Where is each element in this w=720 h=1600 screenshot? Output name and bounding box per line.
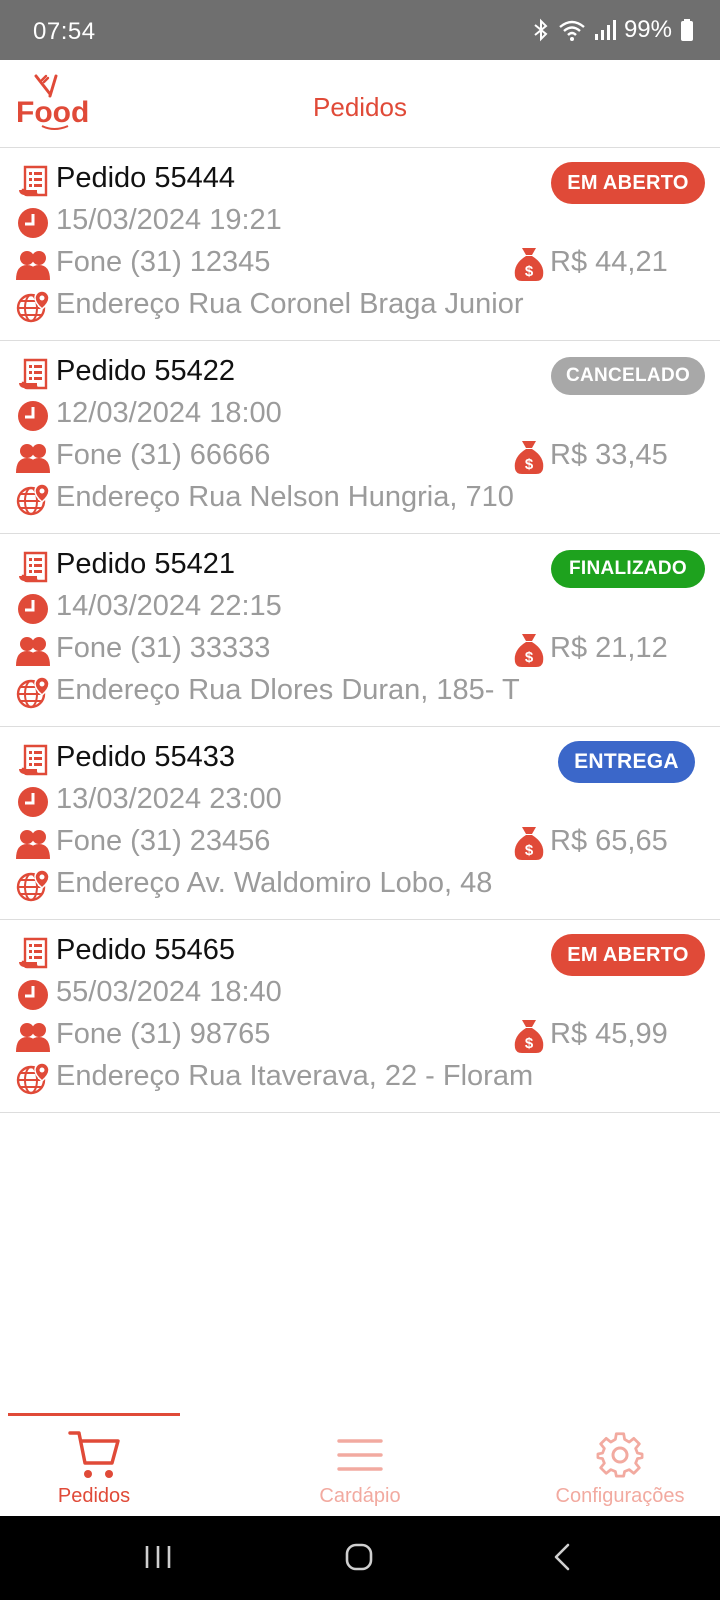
status-time: 07:54 [33, 18, 96, 45]
receipt-icon [16, 164, 50, 198]
order-phone: Fone (31) 98765 [56, 1018, 271, 1050]
order-card[interactable]: Pedido 55465 EM ABERTO 55/03/2024 18:40 … [0, 920, 720, 1113]
users-icon [16, 1020, 50, 1054]
status-bar: 07:54 99% [0, 0, 720, 60]
order-address: Endereço Rua Coronel Braga Junior [56, 288, 524, 320]
svg-text:$: $ [525, 649, 534, 666]
battery-percent: 99% [623, 16, 672, 43]
battery-icon [680, 18, 694, 42]
app-header: Food Pedidos [0, 60, 720, 148]
signal-icon [594, 18, 616, 42]
order-phone: Fone (31) 33333 [56, 632, 271, 664]
order-total: R$ 45,99 [550, 1018, 668, 1050]
order-phone: Fone (31) 12345 [56, 246, 271, 278]
order-number: Pedido 55422 [56, 355, 235, 387]
status-badge: CANCELADO [551, 357, 705, 395]
home-icon[interactable] [344, 1542, 374, 1577]
status-badge: ENTREGA [558, 741, 695, 783]
order-address: Endereço Rua Dlores Duran, 185- T [56, 674, 520, 706]
order-total: R$ 44,21 [550, 246, 668, 278]
order-address: Endereço Av. Waldomiro Lobo, 48 [56, 867, 493, 899]
receipt-icon [16, 743, 50, 777]
svg-text:$: $ [525, 456, 534, 473]
order-datetime: 12/03/2024 18:00 [56, 397, 282, 429]
users-icon [16, 634, 50, 668]
globe-location-icon [16, 869, 50, 903]
users-icon [16, 827, 50, 861]
order-card[interactable]: Pedido 55421 FINALIZADO 14/03/2024 22:15… [0, 534, 720, 727]
clock-icon [16, 978, 50, 1012]
order-address: Endereço Rua Itaverava, 22 - Floram [56, 1060, 534, 1092]
cart-icon [0, 1429, 194, 1481]
money-bag-icon: $ [512, 1018, 546, 1054]
status-badge: FINALIZADO [551, 550, 705, 588]
svg-text:$: $ [525, 842, 534, 859]
bluetooth-icon [532, 18, 550, 42]
nav-tab-configuracoes[interactable]: Configurações [520, 1429, 720, 1513]
recent-apps-icon[interactable] [143, 1542, 173, 1577]
system-nav-bar [0, 1516, 720, 1600]
order-card[interactable]: Pedido 55433 ENTREGA 13/03/2024 23:00 Fo… [0, 727, 720, 920]
order-phone: Fone (31) 23456 [56, 825, 271, 857]
receipt-icon [16, 357, 50, 391]
order-datetime: 55/03/2024 18:40 [56, 976, 282, 1008]
order-number: Pedido 55421 [56, 548, 235, 580]
order-phone: Fone (31) 66666 [56, 439, 271, 471]
nav-label: Pedidos [57, 1485, 131, 1507]
nav-label: Cardápio [319, 1485, 401, 1507]
wifi-icon [558, 18, 586, 42]
page-title: Pedidos [313, 92, 407, 122]
nav-tab-cardapio[interactable]: Cardápio [260, 1429, 460, 1513]
bottom-nav: Pedidos Cardápio Configurações [0, 1413, 720, 1516]
money-bag-icon: $ [512, 825, 546, 861]
menu-icon [260, 1429, 460, 1481]
status-badge: EM ABERTO [551, 934, 705, 976]
clock-icon [16, 399, 50, 433]
order-datetime: 14/03/2024 22:15 [56, 590, 282, 622]
order-total: R$ 33,45 [550, 439, 668, 471]
order-number: Pedido 55465 [56, 934, 235, 966]
clock-icon [16, 206, 50, 240]
order-number: Pedido 55433 [56, 741, 235, 773]
receipt-icon [16, 550, 50, 584]
order-card[interactable]: Pedido 55422 CANCELADO 12/03/2024 18:00 … [0, 341, 720, 534]
order-address: Endereço Rua Nelson Hungria, 710 [56, 481, 514, 513]
globe-location-icon [16, 483, 50, 517]
users-icon [16, 441, 50, 475]
globe-location-icon [16, 676, 50, 710]
back-icon[interactable] [548, 1542, 578, 1577]
money-bag-icon: $ [512, 246, 546, 282]
users-icon [16, 248, 50, 282]
globe-location-icon [16, 290, 50, 324]
clock-icon [16, 785, 50, 819]
order-total: R$ 65,65 [550, 825, 668, 857]
money-bag-icon: $ [512, 632, 546, 668]
order-total: R$ 21,12 [550, 632, 668, 664]
active-tab-indicator [8, 1413, 180, 1416]
globe-location-icon [16, 1062, 50, 1096]
clock-icon [16, 592, 50, 626]
nav-label: Configurações [555, 1485, 685, 1507]
order-card[interactable]: Pedido 55444 EM ABERTO 15/03/2024 19:21 … [0, 148, 720, 341]
order-number: Pedido 55444 [56, 162, 235, 194]
order-list: Pedido 55444 EM ABERTO 15/03/2024 19:21 … [0, 148, 720, 1113]
order-datetime: 13/03/2024 23:00 [56, 783, 282, 815]
svg-text:$: $ [525, 1035, 534, 1052]
order-datetime: 15/03/2024 19:21 [56, 204, 282, 236]
gear-icon [520, 1429, 720, 1481]
svg-text:$: $ [525, 263, 534, 280]
nav-tab-pedidos[interactable]: Pedidos [0, 1429, 194, 1513]
status-badge: EM ABERTO [551, 162, 705, 204]
receipt-icon [16, 936, 50, 970]
status-icons: 99% [532, 16, 694, 44]
money-bag-icon: $ [512, 439, 546, 475]
